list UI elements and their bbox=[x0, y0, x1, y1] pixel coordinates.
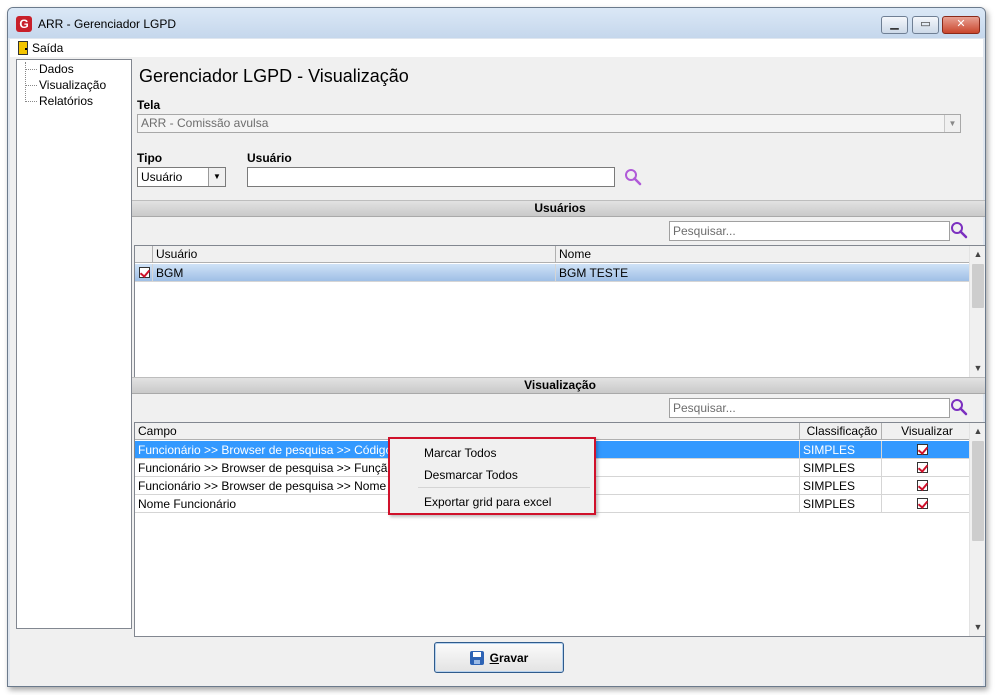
g-app-icon: G bbox=[16, 16, 32, 32]
row-checkbox-cell[interactable] bbox=[135, 264, 153, 282]
context-menu: Marcar Todos Desmarcar Todos Exportar gr… bbox=[388, 437, 596, 515]
usuarios-grid: Usuário Nome BGM BGM TESTE ▲ ▼ bbox=[134, 245, 985, 378]
chevron-down-icon[interactable]: ▼ bbox=[944, 115, 960, 132]
sidebar-item-label: Dados bbox=[39, 62, 74, 76]
column-header-nome[interactable]: Nome bbox=[556, 246, 969, 263]
scroll-down-icon[interactable]: ▼ bbox=[970, 360, 985, 377]
door-exit-icon bbox=[18, 41, 28, 55]
page-title: Gerenciador LGPD - Visualização bbox=[139, 66, 409, 86]
scroll-up-icon[interactable]: ▲ bbox=[970, 423, 985, 440]
cell-visualizar[interactable] bbox=[882, 459, 969, 477]
menu-exit[interactable]: Saída bbox=[18, 40, 63, 56]
usuario-input[interactable] bbox=[247, 167, 615, 187]
usuarios-search-input[interactable]: Pesquisar... bbox=[669, 221, 950, 241]
tela-label: Tela bbox=[137, 98, 161, 112]
scroll-thumb[interactable] bbox=[972, 264, 984, 308]
menu-item-marcar-todos[interactable]: Marcar Todos bbox=[424, 446, 496, 460]
visualizacao-section-header: Visualização bbox=[132, 377, 985, 394]
minimize-icon: ▁ bbox=[890, 18, 899, 30]
sidebar-item-label: Relatórios bbox=[39, 94, 94, 108]
checkbox-checked[interactable] bbox=[917, 480, 928, 491]
usuario-label: Usuário bbox=[247, 151, 292, 165]
tipo-label: Tipo bbox=[137, 151, 163, 165]
checkbox-checked[interactable] bbox=[139, 267, 150, 278]
sidebar-item-label: Visualização bbox=[39, 78, 107, 92]
checkbox-checked[interactable] bbox=[917, 444, 928, 455]
cell-classificacao: SIMPLES bbox=[800, 495, 882, 513]
cell-classificacao: SIMPLES bbox=[800, 477, 882, 495]
menu-separator bbox=[418, 487, 590, 488]
save-button-label: Gravar bbox=[490, 651, 529, 665]
table-row[interactable]: BGM BGM TESTE bbox=[135, 264, 969, 282]
visualizacao-search-input[interactable]: Pesquisar... bbox=[669, 398, 950, 418]
column-header-usuario[interactable]: Usuário bbox=[153, 246, 556, 263]
floppy-disk-icon bbox=[469, 650, 484, 665]
visualizacao-scrollbar[interactable]: ▲ ▼ bbox=[969, 423, 985, 636]
cell-classificacao: SIMPLES bbox=[800, 459, 882, 477]
maximize-button[interactable]: ▭ bbox=[912, 16, 939, 34]
save-label-mnemonic: G bbox=[489, 650, 499, 665]
maximize-icon: ▭ bbox=[920, 18, 931, 30]
column-header-classificacao[interactable]: Classificação bbox=[800, 423, 882, 440]
search-icon[interactable] bbox=[950, 398, 968, 416]
chevron-down-icon[interactable]: ▼ bbox=[208, 168, 225, 186]
scroll-thumb[interactable] bbox=[972, 441, 984, 541]
tela-select[interactable]: ARR - Comissão avulsa ▼ bbox=[137, 114, 961, 133]
sidebar-item-dados[interactable]: Dados bbox=[25, 62, 74, 76]
checkbox-checked[interactable] bbox=[917, 462, 928, 473]
checkbox-checked[interactable] bbox=[917, 498, 928, 509]
usuarios-scrollbar[interactable]: ▲ ▼ bbox=[969, 246, 985, 377]
grid-header-check bbox=[135, 246, 153, 263]
footer-bar: Gravar bbox=[10, 640, 983, 686]
scroll-down-icon[interactable]: ▼ bbox=[970, 619, 985, 636]
menu-exit-label: Saída bbox=[32, 41, 64, 55]
save-button[interactable]: Gravar bbox=[434, 642, 564, 673]
menu-item-exportar-excel[interactable]: Exportar grid para excel bbox=[424, 495, 551, 509]
main-content: Dados Visualização Relatórios Gerenciado… bbox=[10, 57, 985, 640]
search-icon[interactable] bbox=[950, 221, 968, 239]
cell-usuario: BGM bbox=[153, 264, 556, 282]
close-icon: ✕ bbox=[956, 18, 966, 30]
cell-classificacao: SIMPLES bbox=[800, 441, 882, 459]
sidebar-tree: Dados Visualização Relatórios bbox=[16, 59, 132, 629]
title-bar[interactable]: G ARR - Gerenciador LGPD ▁ ▭ ✕ bbox=[8, 8, 985, 38]
tipo-select[interactable]: Usuário ▼ bbox=[137, 167, 226, 187]
close-button[interactable]: ✕ bbox=[942, 16, 980, 34]
save-label-rest: ravar bbox=[498, 650, 529, 665]
menu-item-desmarcar-todos[interactable]: Desmarcar Todos bbox=[424, 468, 518, 482]
menu-bar: Saída bbox=[10, 39, 983, 57]
cell-visualizar[interactable] bbox=[882, 495, 969, 513]
usuarios-section-header: Usuários bbox=[132, 200, 985, 217]
sidebar-item-relatorios[interactable]: Relatórios bbox=[25, 94, 93, 108]
window-title: ARR - Gerenciador LGPD bbox=[38, 17, 177, 31]
search-icon[interactable] bbox=[624, 168, 642, 186]
column-header-visualizar[interactable]: Visualizar bbox=[882, 423, 969, 440]
cell-visualizar[interactable] bbox=[882, 441, 969, 459]
sidebar-item-visualizacao[interactable]: Visualização bbox=[25, 78, 106, 92]
minimize-button[interactable]: ▁ bbox=[881, 16, 908, 34]
cell-nome: BGM TESTE bbox=[559, 266, 629, 280]
scroll-up-icon[interactable]: ▲ bbox=[970, 246, 985, 263]
app-window: G ARR - Gerenciador LGPD ▁ ▭ ✕ Saída Dad… bbox=[7, 7, 986, 687]
usuarios-grid-header: Usuário Nome bbox=[135, 246, 969, 263]
tipo-select-value: Usuário bbox=[141, 170, 183, 184]
tela-select-value: ARR - Comissão avulsa bbox=[141, 116, 269, 130]
cell-visualizar[interactable] bbox=[882, 477, 969, 495]
